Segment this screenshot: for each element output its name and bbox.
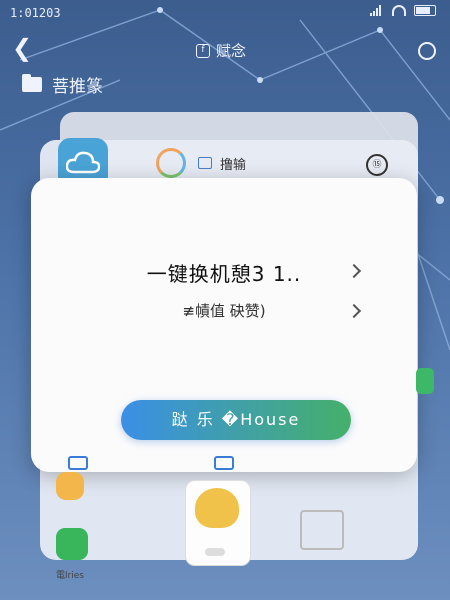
app-header: ❮ f 赋念 [0,30,450,70]
preview-illustration [195,488,239,528]
card-app-label: 撸输 [220,157,247,173]
folder-item[interactable]: 菩推篆 [22,72,103,97]
status-time: 1:01203 [10,6,61,20]
search-icon[interactable] [418,42,436,60]
primary-action-button[interactable]: 跶 乐 �House [121,400,351,440]
option-two-label: ≢幘值 砄赞) [182,302,266,320]
page-title: f 赋念 [196,40,246,61]
option-one-label: 一键换机憩3 1.. [146,262,302,286]
back-icon[interactable]: ❮ [12,34,32,62]
option-two[interactable]: ≢幘值 砄赞) [31,300,417,321]
document-preview-icon[interactable] [300,510,344,550]
status-bar: 1:01203 [0,0,450,28]
card-bottom-icons [68,456,234,470]
cloud-icon [66,151,100,174]
folder-icon [22,74,42,92]
phone-app-label: 電lries [56,571,84,581]
page-title-text: 赋念 [216,42,247,60]
notes-app-icon[interactable] [56,472,84,500]
chevron-right-icon [346,303,362,319]
title-icon: f [196,43,210,58]
transfer-dialog: 一键换机憩3 1.. ≢幘值 砄赞) 跶 乐 �House [31,178,417,472]
side-app-icon[interactable] [416,368,434,394]
preview-bar [205,548,225,556]
signal-icon [370,5,384,16]
app-mini-icon [68,456,88,470]
phone-app-icon[interactable] [56,528,88,560]
battery-icon [414,5,436,16]
chevron-right-icon [346,263,362,279]
image-icon [198,157,212,169]
option-one-key-transfer[interactable]: 一键换机憩3 1.. [31,258,417,287]
timer-icon[interactable]: ⑮ [366,154,388,176]
folder-label: 菩推篆 [52,77,103,97]
card-header: 撸输 [156,148,246,178]
wifi-icon [392,5,406,16]
app-ring-icon [156,148,186,178]
message-mini-icon [214,456,234,470]
